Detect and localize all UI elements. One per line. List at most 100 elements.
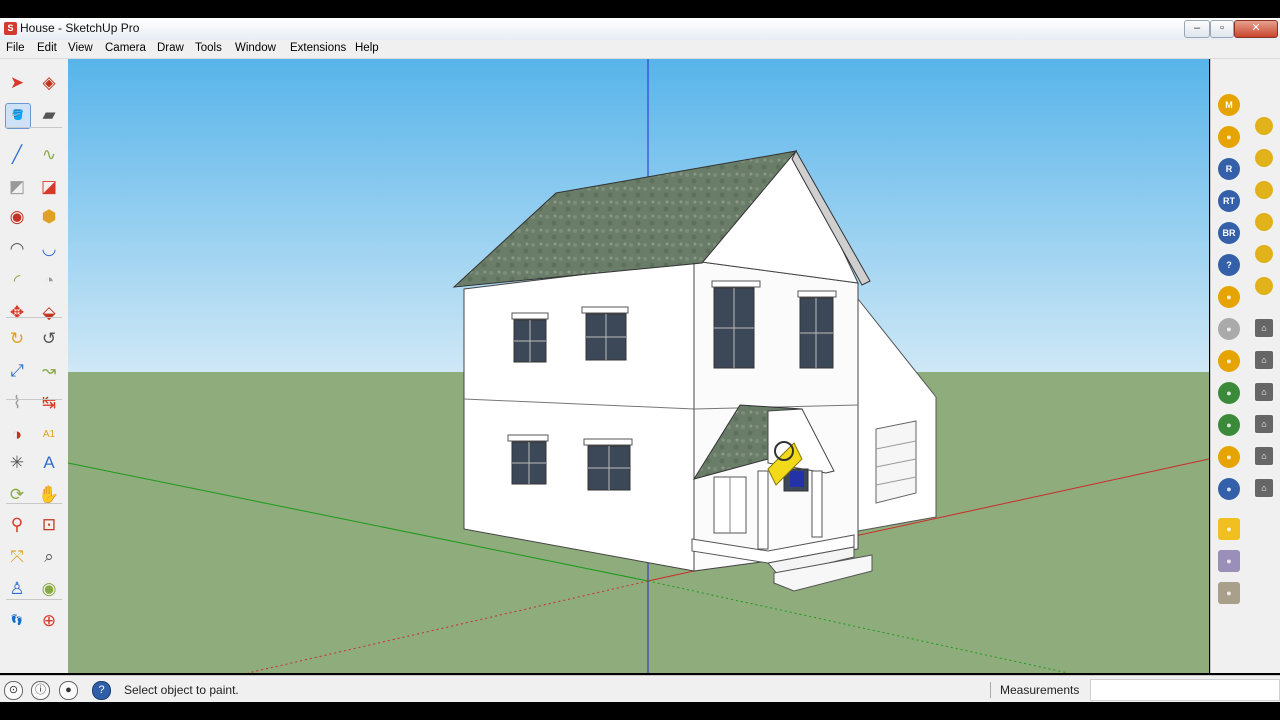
status-bar: ⊙ ⓘ ● ? Select object to paint. Measurem… <box>0 675 1280 703</box>
line-tool-icon[interactable]: ╱ <box>5 143 29 167</box>
sphere2-icon[interactable] <box>1255 245 1273 263</box>
eraser-tool-icon[interactable]: ▰ <box>37 103 61 127</box>
position-camera-icon[interactable]: ♙ <box>5 577 29 601</box>
window-lower-1 <box>507 434 549 485</box>
material-icon[interactable]: ● <box>1218 286 1240 308</box>
drawing-viewport[interactable] <box>67 59 1210 674</box>
tag-icon[interactable]: ● <box>1218 126 1240 148</box>
house-left-wall <box>463 260 695 572</box>
garage-door <box>875 420 917 504</box>
zoom-window-tool-icon[interactable]: ⊡ <box>37 513 61 537</box>
sphere-icon[interactable] <box>1255 213 1273 231</box>
axis-tool-icon[interactable] <box>1255 149 1273 167</box>
screen-bottom-border <box>0 702 1280 720</box>
render-icon[interactable]: R <box>1218 158 1240 180</box>
credits-icon[interactable]: ⓘ <box>31 681 50 700</box>
geo-location-icon[interactable]: ⊙ <box>4 681 23 700</box>
text-tool-icon[interactable]: A1 <box>37 423 61 447</box>
target-icon[interactable]: ● <box>1218 446 1240 468</box>
large-tool-set-toolbar: ➤ ◈ 🪣 ▰ ╱ ∿ ◩ ◪ ◉ ⬢ ◠ ◡ ◜ ◔ ✥ ⬙ ↻ ↺ ⤢ ↝ ⌇ ↹ ◑ A1 ✳ A ⟳ ✋ ⚲ ⊡ ⤧ ⌕ ♙ ◉ 👣 ⊕ <box>0 59 69 673</box>
window-upper-1 <box>511 312 549 363</box>
minimize-button[interactable]: – <box>1184 20 1210 38</box>
freehand-tool-icon[interactable]: ∿ <box>37 143 61 167</box>
menu-tools[interactable]: Tools <box>195 42 222 54</box>
section-icon[interactable]: ● <box>1218 350 1240 372</box>
menu-file[interactable]: File <box>6 42 25 54</box>
3d-text-tool-icon[interactable]: A <box>37 451 61 475</box>
maximize-button[interactable]: ▫ <box>1210 20 1234 38</box>
protractor-tool-icon[interactable]: ◑ <box>5 423 29 447</box>
close-button[interactable]: ✕ <box>1234 20 1278 38</box>
circle-tool-icon[interactable]: ◉ <box>5 205 29 229</box>
arc-tool-icon[interactable]: ◠ <box>5 237 29 261</box>
push-pull-tool-icon[interactable]: ⬙ <box>37 301 61 325</box>
toolbar-separator <box>6 127 62 128</box>
polygon-tool-icon[interactable]: ⬢ <box>37 205 61 229</box>
box-purple-icon[interactable]: ● <box>1218 550 1240 572</box>
user-account-icon[interactable]: ● <box>59 681 78 700</box>
two-point-arc-tool-icon[interactable]: ◡ <box>37 237 61 261</box>
window-upper-2 <box>581 306 629 361</box>
roof-view-icon[interactable]: ⌂ <box>1255 447 1273 465</box>
menu-help[interactable]: Help <box>355 42 379 54</box>
move-tool-icon[interactable]: ✥ <box>5 301 29 325</box>
flag-icon[interactable] <box>1255 277 1273 295</box>
zoom-extents-tool-icon[interactable]: ⤧ <box>5 545 29 569</box>
extensions-toolbar: M ● R RT BR? ● ● ● ● ● ● ● ● ● ● ⌂ ⌂ ⌂ ⌂ ⌂ ⌂ <box>1210 59 1280 673</box>
plant-icon[interactable]: ● <box>1218 382 1240 404</box>
look-around-icon[interactable]: ◉ <box>37 577 61 601</box>
instructor-help-icon[interactable]: ? <box>92 681 111 700</box>
model-info-icon[interactable]: M <box>1218 94 1240 116</box>
status-divider <box>990 682 991 698</box>
select-tool-icon[interactable]: ➤ <box>5 71 29 95</box>
offset-tool-icon[interactable]: ↝ <box>37 359 61 383</box>
menu-extensions[interactable]: Extensions <box>290 42 346 54</box>
front-view-icon[interactable]: ⌂ <box>1255 415 1273 433</box>
window-upper-3 <box>711 280 761 369</box>
rectangle-tool-icon[interactable]: ◩ <box>5 175 29 199</box>
paint-bucket-tool-icon[interactable]: 🪣 <box>5 103 31 129</box>
box-grey-icon[interactable]: ● <box>1218 582 1240 604</box>
three-point-arc-tool-icon[interactable]: ◜ <box>5 269 29 293</box>
scale-tool-icon[interactable]: ⤢ <box>5 359 29 383</box>
menu-camera[interactable]: Camera <box>105 42 146 54</box>
title-bar: S House - SketchUp Pro – ▫ ✕ <box>0 18 1280 41</box>
walk-tool-icon[interactable]: 👣 <box>5 609 29 633</box>
status-message: Select object to paint. <box>124 683 239 697</box>
render-tools-icon[interactable]: RT <box>1218 190 1240 212</box>
pause-icon[interactable]: ● <box>1218 478 1240 500</box>
previous-view-icon[interactable]: ⌕ <box>37 545 61 569</box>
porch-column-right <box>811 470 823 538</box>
menu-edit[interactable]: Edit <box>37 42 57 54</box>
rotated-rectangle-tool-icon[interactable]: ◪ <box>37 175 61 199</box>
rotate-tool-icon[interactable]: ↻ <box>5 327 29 351</box>
menu-bar: File Edit View Camera Draw Tools Window … <box>0 40 1280 59</box>
follow-me-tool-icon[interactable]: ↺ <box>37 327 61 351</box>
help-icon[interactable]: ? <box>1218 254 1240 276</box>
menu-window[interactable]: Window <box>235 42 276 54</box>
tree-icon[interactable]: ● <box>1218 414 1240 436</box>
panel-icon[interactable]: ⌂ <box>1255 351 1273 369</box>
menu-view[interactable]: View <box>68 42 93 54</box>
component-tool-icon[interactable]: ◈ <box>37 71 61 95</box>
light-icon[interactable]: ● <box>1218 318 1240 340</box>
measurements-label: Measurements <box>1000 683 1080 697</box>
home-view-icon[interactable]: ⌂ <box>1255 383 1273 401</box>
porch-column-left <box>757 470 769 550</box>
box-view-icon[interactable]: ⌂ <box>1255 319 1273 337</box>
box-yellow-icon[interactable]: ● <box>1218 518 1240 540</box>
tape-measure-tool-icon[interactable]: ⌇ <box>5 391 29 415</box>
measurements-input[interactable] <box>1090 679 1280 701</box>
bake-render-icon[interactable]: BR <box>1218 222 1240 244</box>
menu-draw[interactable]: Draw <box>157 42 184 54</box>
section-plane-tool-icon[interactable]: ⊕ <box>37 609 61 633</box>
zoom-tool-icon[interactable]: ⚲ <box>5 513 29 537</box>
window-title: House - SketchUp Pro <box>20 21 140 35</box>
sketchup-logo-icon: S <box>4 22 17 35</box>
sun-icon[interactable] <box>1255 117 1273 135</box>
pin-icon[interactable] <box>1255 181 1273 199</box>
axes-tool-icon[interactable]: ✳ <box>5 451 29 475</box>
pie-tool-icon[interactable]: ◔ <box>37 269 61 293</box>
dimension-tool-icon[interactable]: ↹ <box>37 391 61 415</box>
garage-view-icon[interactable]: ⌂ <box>1255 479 1273 497</box>
